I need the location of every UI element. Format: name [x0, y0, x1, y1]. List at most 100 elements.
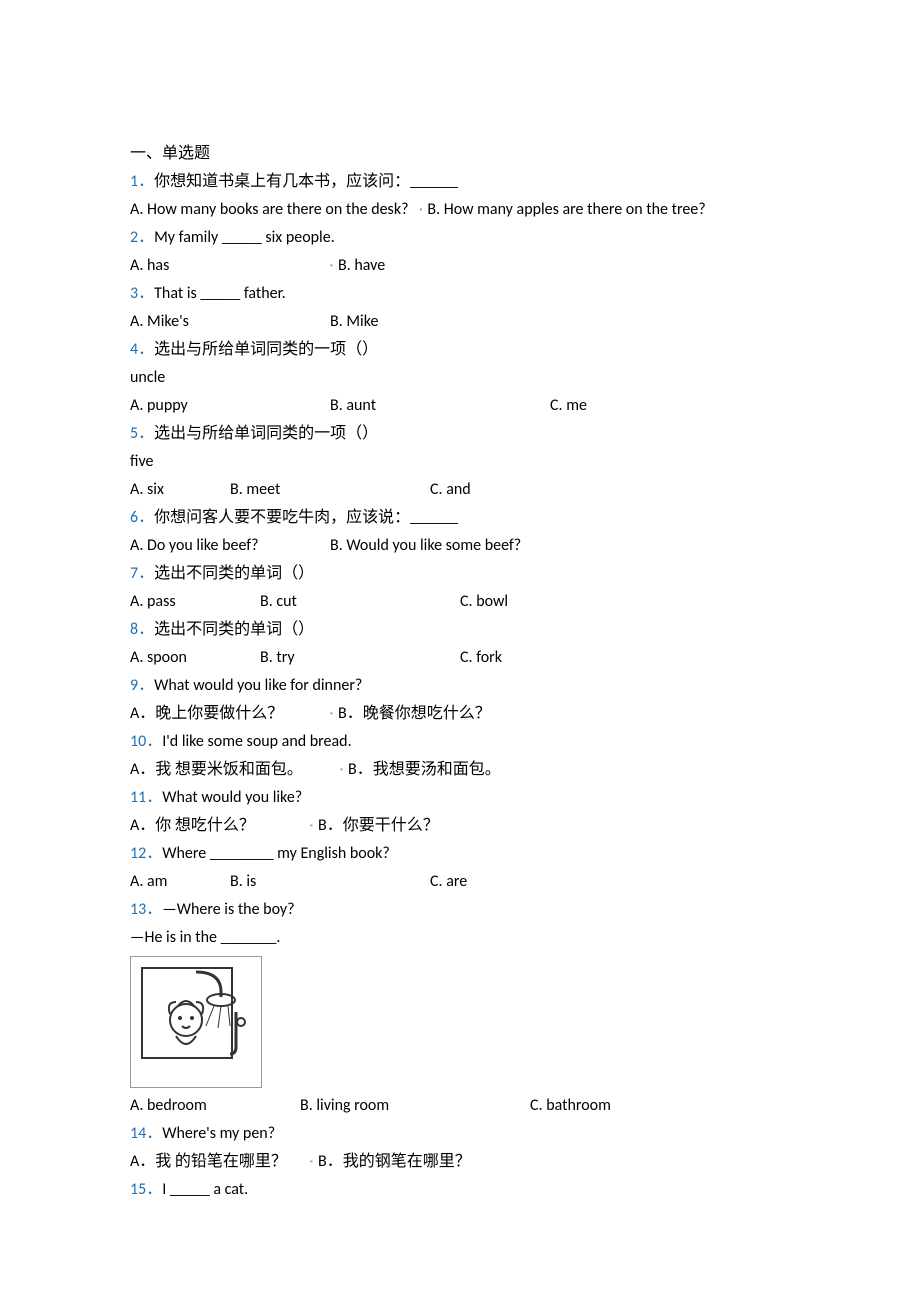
q5-options: A. six B. meet C. and [130, 476, 790, 504]
worksheet-page: 一、单选题 1．你想知道书桌上有几本书，应该问：______ A. How ma… [0, 0, 920, 1304]
q2-stem: 2．My family _____ six people. [130, 224, 790, 252]
q11-opt-a: A．你 想吃什么？ [130, 812, 310, 840]
inline-bullet-icon: ▪ [419, 203, 425, 217]
q-text: 选出与所给单词同类的一项（） [154, 424, 378, 443]
q10-options: A．我 想要米饭和面包。 ▪B．我想要汤和面包。 [130, 756, 790, 784]
q8-stem: 8．选出不同类的单词（） [130, 616, 790, 644]
q-number: 6． [130, 508, 154, 527]
q4-opt-a: A. puppy [130, 392, 330, 420]
shower-illustration-icon [136, 962, 256, 1082]
q-text: —Where is the boy? [162, 900, 294, 919]
q2-opt-a: A. has [130, 252, 330, 280]
q3-stem: 3．That is _____ father. [130, 280, 790, 308]
q7-opt-b: B. cut [260, 588, 460, 616]
q6-opt-a: A. Do you like beef? [130, 532, 330, 560]
q1-stem: 1．你想知道书桌上有几本书，应该问：______ [130, 168, 790, 196]
q-number: 5． [130, 424, 154, 443]
q-text: Where's my pen? [162, 1124, 275, 1143]
q13-opt-b: B. living room [300, 1092, 530, 1120]
q2-options: A. has ▪B. have [130, 252, 790, 280]
q14-stem: 14．Where's my pen? [130, 1120, 790, 1148]
q1-opt-a: A. How many books are there on the desk? [130, 200, 409, 219]
q3-opt-b: B. Mike [330, 308, 550, 336]
q-number: 4． [130, 340, 154, 359]
q13-opt-c: C. bathroom [530, 1092, 611, 1120]
q3-options: A. Mike's B. Mike [130, 308, 790, 336]
q12-opt-b: B. is [230, 868, 430, 896]
q3-opt-a: A. Mike's [130, 308, 330, 336]
q8-opt-c: C. fork [460, 644, 580, 672]
q7-stem: 7．选出不同类的单词（） [130, 560, 790, 588]
q13-opt-a: A. bedroom [130, 1092, 300, 1120]
q-text: Where ________ my English book? [162, 844, 390, 863]
q12-opt-a: A. am [130, 868, 230, 896]
q13-line2: —He is in the _______. [130, 924, 790, 952]
section-title: 一、单选题 [130, 140, 790, 168]
q-text: I _____ a cat. [162, 1180, 248, 1199]
inline-bullet-icon: ▪ [310, 819, 316, 833]
q-number: 11． [130, 788, 162, 807]
q13-stem: 13．—Where is the boy? [130, 896, 790, 924]
q15-stem: 15．I _____ a cat. [130, 1176, 790, 1204]
q9-opt-b: ▪B．晚餐你想吃什么？ [330, 700, 491, 728]
q7-opt-a: A. pass [130, 588, 260, 616]
q-number: 13． [130, 900, 162, 919]
q11-options: A．你 想吃什么？ ▪B．你要干什么？ [130, 812, 790, 840]
q8-opt-b: B. try [260, 644, 460, 672]
q9-opt-a: A．晚上你要做什么？ [130, 700, 330, 728]
inline-bullet-icon: ▪ [330, 707, 336, 721]
q1-options: A. How many books are there on the desk?… [130, 196, 790, 224]
q1-opt-b: B. How many apples are there on the tree… [427, 200, 705, 219]
q-number: 7． [130, 564, 154, 583]
q-text: 选出不同类的单词（） [154, 564, 314, 583]
q-text: That is _____ father. [154, 284, 286, 303]
q10-opt-a: A．我 想要米饭和面包。 [130, 756, 340, 784]
q5-stem: 5．选出与所给单词同类的一项（） [130, 420, 790, 448]
q10-stem: 10．I'd like some soup and bread. [130, 728, 790, 756]
q5-opt-b: B. meet [230, 476, 430, 504]
q-number: 3． [130, 284, 154, 303]
q2-opt-b: ▪B. have [330, 252, 550, 280]
q7-options: A. pass B. cut C. bowl [130, 588, 790, 616]
q14-options: A．我 的铅笔在哪里？ ▪B．我的钢笔在哪里？ [130, 1148, 790, 1176]
q5-word: five [130, 448, 790, 476]
q-text: My family _____ six people. [154, 228, 335, 247]
q6-opt-b: B. Would you like some beef? [330, 532, 521, 560]
q11-opt-b: ▪B．你要干什么？ [310, 812, 439, 840]
inline-bullet-icon: ▪ [310, 1155, 316, 1169]
q-number: 10． [130, 732, 162, 751]
q-text: What would you like for dinner? [154, 676, 362, 695]
q-number: 14． [130, 1124, 162, 1143]
q12-stem: 12．Where ________ my English book? [130, 840, 790, 868]
q12-opt-c: C. are [430, 868, 550, 896]
q-number: 1． [130, 172, 154, 191]
q4-opt-c: C. me [550, 392, 750, 420]
q-text: I'd like some soup and bread. [162, 732, 351, 751]
q4-opt-b: B. aunt [330, 392, 550, 420]
q-text: 选出与所给单词同类的一项（） [154, 340, 378, 359]
q9-options: A．晚上你要做什么？ ▪B．晚餐你想吃什么？ [130, 700, 790, 728]
q7-opt-c: C. bowl [460, 588, 580, 616]
q5-opt-a: A. six [130, 476, 230, 504]
q13-options: A. bedroom B. living room C. bathroom [130, 1092, 790, 1120]
inline-bullet-icon: ▪ [330, 259, 336, 273]
q6-stem: 6．你想问客人要不要吃牛肉，应该说：______ [130, 504, 790, 532]
q14-opt-b: ▪B．我的钢笔在哪里？ [310, 1148, 471, 1176]
q11-stem: 11．What would you like? [130, 784, 790, 812]
q14-opt-a: A．我 的铅笔在哪里？ [130, 1148, 310, 1176]
q13-image [130, 956, 262, 1088]
q8-options: A. spoon B. try C. fork [130, 644, 790, 672]
q12-options: A. am B. is C. are [130, 868, 790, 896]
q-number: 15． [130, 1180, 162, 1199]
q-text: What would you like? [162, 788, 302, 807]
q9-stem: 9．What would you like for dinner? [130, 672, 790, 700]
q-number: 2． [130, 228, 154, 247]
q6-options: A. Do you like beef? B. Would you like s… [130, 532, 790, 560]
q4-stem: 4．选出与所给单词同类的一项（） [130, 336, 790, 364]
q-text: 选出不同类的单词（） [154, 620, 314, 639]
inline-bullet-icon: ▪ [340, 763, 346, 777]
q-text: 你想问客人要不要吃牛肉，应该说：______ [154, 508, 458, 527]
q-number: 12． [130, 844, 162, 863]
q-number: 9． [130, 676, 154, 695]
q10-opt-b: ▪B．我想要汤和面包。 [340, 756, 501, 784]
